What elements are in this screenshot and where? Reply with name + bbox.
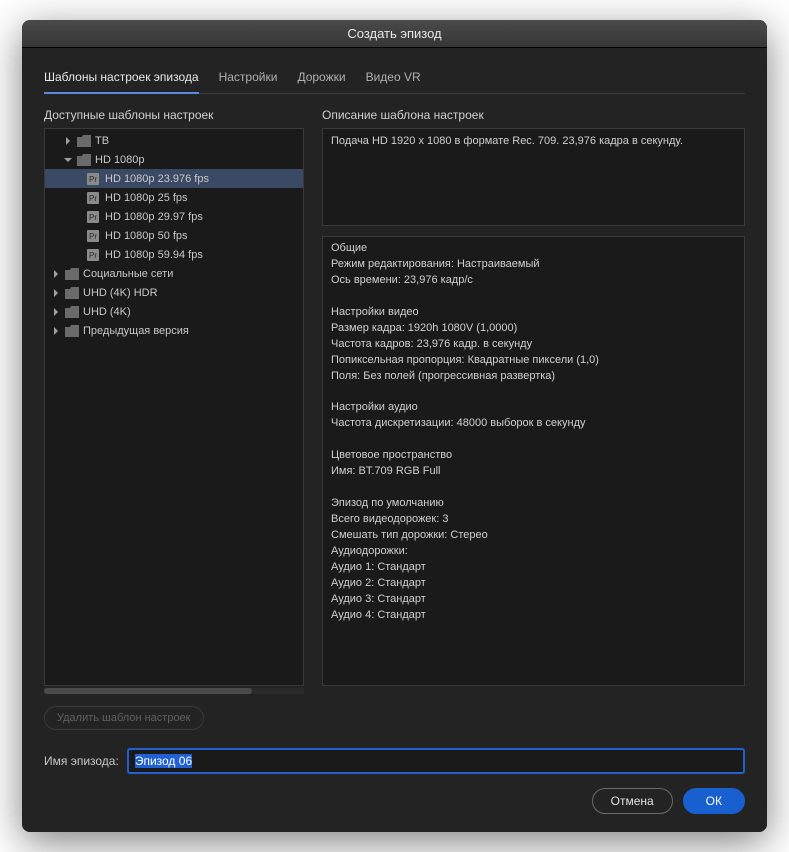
svg-text:Pr: Pr (89, 232, 97, 241)
preset-icon: Pr (87, 192, 101, 204)
tree-label: HD 1080p 29.97 fps (105, 211, 203, 223)
chevron-right-icon (51, 326, 61, 336)
tree-label: HD 1080p 23.976 fps (105, 173, 209, 185)
svg-text:Pr: Pr (89, 251, 97, 260)
tree-folder-social[interactable]: Социальные сети (45, 264, 303, 283)
tab-settings[interactable]: Настройки (219, 64, 278, 93)
preset-icon: Pr (87, 211, 101, 223)
tab-presets[interactable]: Шаблоны настроек эпизода (44, 64, 199, 94)
preset-icon: Pr (87, 230, 101, 242)
tree-label: Социальные сети (83, 268, 173, 280)
tree-preset-23976[interactable]: Pr HD 1080p 23.976 fps (45, 169, 303, 188)
ok-button[interactable]: ОК (683, 788, 745, 814)
tree-preset-25[interactable]: Pr HD 1080p 25 fps (45, 188, 303, 207)
tree-folder-hd1080p[interactable]: HD 1080p (45, 150, 303, 169)
delete-preset-button: Удалить шаблон настроек (44, 706, 204, 730)
preset-description-title: Описание шаблона настроек (322, 108, 745, 122)
available-presets-title: Доступные шаблоны настроек (44, 108, 304, 122)
folder-icon (77, 154, 91, 166)
preset-summary: Подача HD 1920 x 1080 в формате Rec. 709… (322, 128, 745, 226)
dialog-content: Шаблоны настроек эпизода Настройки Дорож… (22, 48, 767, 832)
sequence-name-input[interactable] (127, 748, 745, 774)
tree-preset-50[interactable]: Pr HD 1080p 50 fps (45, 226, 303, 245)
tree-folder-previous[interactable]: Предыдущая версия (45, 321, 303, 340)
chevron-right-icon (51, 307, 61, 317)
svg-text:Pr: Pr (89, 194, 97, 203)
folder-icon (77, 135, 91, 147)
svg-text:Pr: Pr (89, 213, 97, 222)
chevron-right-icon (63, 136, 73, 146)
tree-label: HD 1080p 25 fps (105, 192, 188, 204)
tree-scrollbar[interactable] (44, 688, 304, 694)
preset-tree[interactable]: ТВ HD 1080p Pr HD 1080p 23.976 fps Pr HD… (44, 128, 304, 686)
svg-text:Pr: Pr (89, 175, 97, 184)
tree-preset-5994[interactable]: Pr HD 1080p 59.94 fps (45, 245, 303, 264)
chevron-right-icon (51, 288, 61, 298)
tab-bar: Шаблоны настроек эпизода Настройки Дорож… (44, 64, 745, 94)
folder-icon (65, 306, 79, 318)
tree-folder-uhd-hdr[interactable]: UHD (4K) HDR (45, 283, 303, 302)
folder-icon (65, 325, 79, 337)
new-sequence-dialog: Создать эпизод Шаблоны настроек эпизода … (22, 20, 767, 832)
tree-folder-tv[interactable]: ТВ (45, 131, 303, 150)
chevron-right-icon (51, 269, 61, 279)
cancel-button[interactable]: Отмена (592, 788, 673, 814)
tree-label: HD 1080p (95, 154, 145, 166)
tree-label: UHD (4K) HDR (83, 287, 158, 299)
preset-details: Общие Режим редактирования: Настраиваемы… (322, 236, 745, 686)
tree-label: UHD (4K) (83, 306, 131, 318)
chevron-down-icon (63, 155, 73, 165)
tree-preset-2997[interactable]: Pr HD 1080p 29.97 fps (45, 207, 303, 226)
preset-icon: Pr (87, 249, 101, 261)
tree-folder-uhd[interactable]: UHD (4K) (45, 302, 303, 321)
tree-label: HD 1080p 59.94 fps (105, 249, 203, 261)
tree-label: ТВ (95, 135, 109, 147)
sequence-name-label: Имя эпизода: (44, 754, 119, 768)
window-title: Создать эпизод (22, 20, 767, 48)
tree-label: HD 1080p 50 fps (105, 230, 188, 242)
preset-icon: Pr (87, 173, 101, 185)
tab-tracks[interactable]: Дорожки (297, 64, 345, 93)
folder-icon (65, 268, 79, 280)
folder-icon (65, 287, 79, 299)
tab-vr[interactable]: Видео VR (366, 64, 421, 93)
tree-label: Предыдущая версия (83, 325, 189, 337)
